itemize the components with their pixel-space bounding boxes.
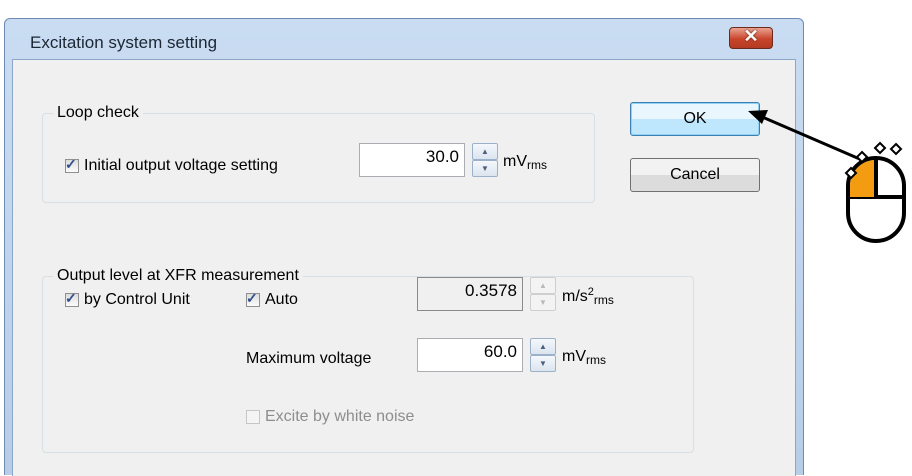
- unit-sub: rms: [593, 293, 614, 307]
- ok-button[interactable]: OK: [630, 102, 760, 136]
- initial-output-checkbox[interactable]: ✓: [65, 156, 79, 173]
- close-icon: ✕: [743, 26, 759, 46]
- check-icon: ✓: [246, 290, 258, 306]
- spin-up-icon[interactable]: ▲: [530, 338, 556, 355]
- unit-text: m/s: [562, 288, 588, 305]
- auto-value-field: 0.3578: [417, 277, 523, 311]
- spin-up-icon[interactable]: ▲: [472, 143, 498, 160]
- unit-text: mV: [562, 348, 586, 365]
- check-icon: ✓: [65, 290, 77, 306]
- by-control-unit-label: by Control Unit: [84, 291, 190, 308]
- auto-value-unit: m/s2rms: [562, 286, 614, 307]
- maximum-voltage-label: Maximum voltage: [246, 350, 372, 367]
- initial-output-unit: mVrms: [503, 153, 547, 172]
- mouse-click-icon: [844, 141, 906, 243]
- white-noise-checkbox: [246, 410, 260, 424]
- unit-sub: rms: [586, 353, 606, 367]
- auto-value-spinner: ▲ ▼: [530, 277, 556, 311]
- spin-up-icon: ▲: [530, 277, 556, 294]
- unit-sub: rms: [527, 158, 547, 172]
- auto-checkbox[interactable]: ✓: [246, 290, 260, 307]
- window-title: Excitation system setting: [30, 33, 218, 52]
- dialog-window: Excitation system setting ✕ Loop check ✓…: [4, 18, 804, 476]
- initial-output-label: Initial output voltage setting: [84, 157, 278, 174]
- auto-label: Auto: [265, 291, 298, 308]
- close-button[interactable]: ✕: [729, 26, 773, 49]
- by-control-unit-checkbox[interactable]: ✓: [65, 290, 79, 307]
- maximum-voltage-unit: mVrms: [562, 348, 606, 367]
- white-noise-label: Excite by white noise: [265, 408, 415, 425]
- initial-output-spinner[interactable]: ▲ ▼: [472, 143, 498, 177]
- maximum-voltage-spinner[interactable]: ▲ ▼: [530, 338, 556, 372]
- spin-down-icon[interactable]: ▼: [472, 160, 498, 177]
- initial-output-voltage-input[interactable]: 30.0: [359, 143, 465, 177]
- maximum-voltage-input[interactable]: 60.0: [417, 338, 523, 372]
- spin-down-icon[interactable]: ▼: [530, 355, 556, 372]
- spin-down-icon: ▼: [530, 294, 556, 311]
- loop-check-legend: Loop check: [53, 104, 143, 122]
- unit-text: mV: [503, 153, 527, 170]
- output-level-legend: Output level at XFR measurement: [53, 267, 303, 285]
- check-icon: ✓: [65, 156, 77, 172]
- cancel-button[interactable]: Cancel: [630, 158, 760, 192]
- dialog-client-area: Loop check ✓ Initial output voltage sett…: [12, 59, 796, 476]
